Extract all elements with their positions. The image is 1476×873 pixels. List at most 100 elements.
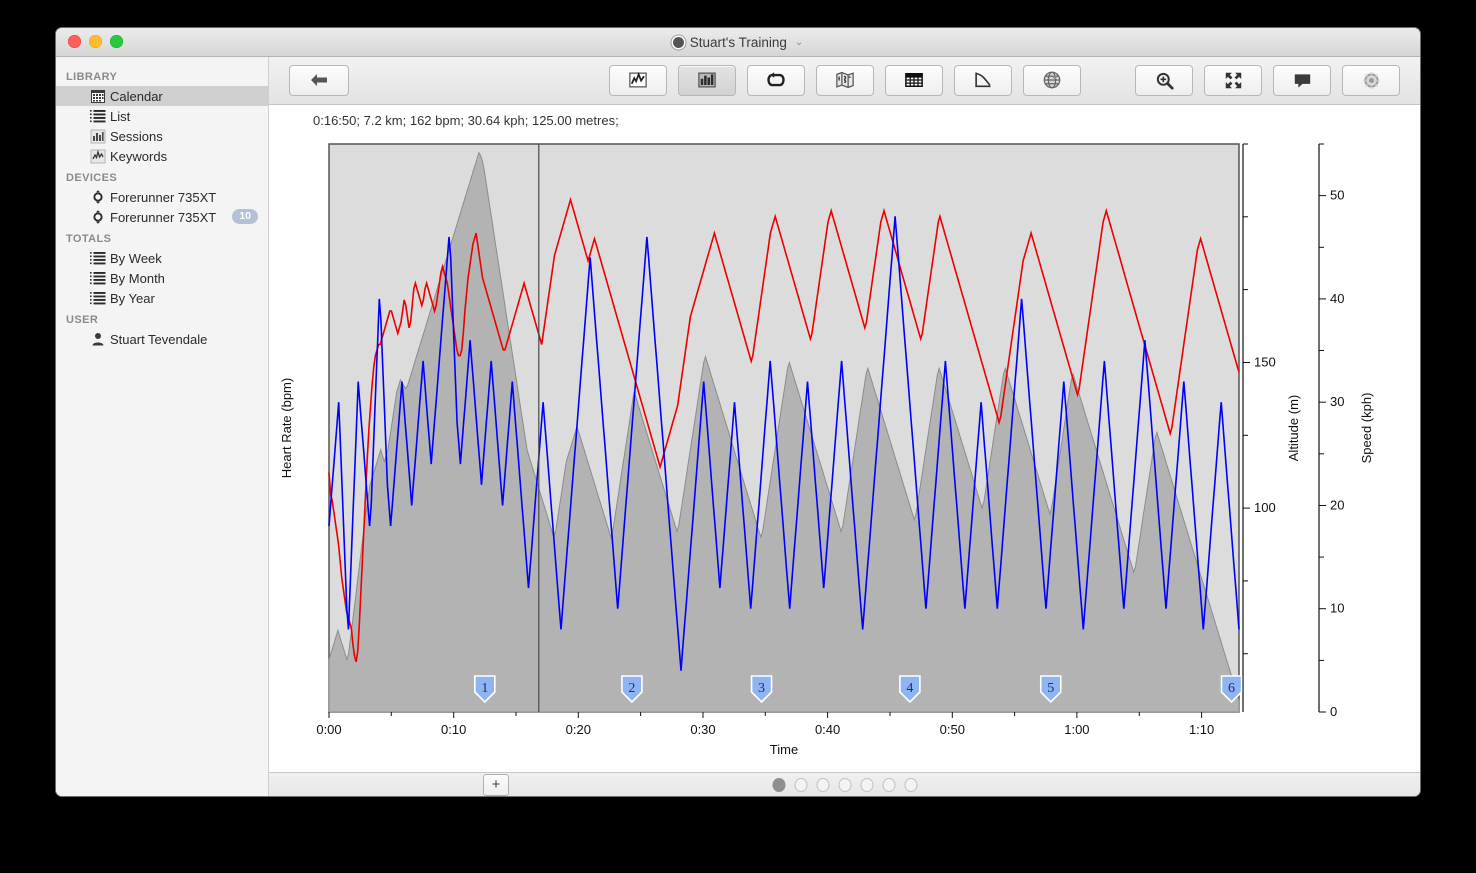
map-view-button[interactable] <box>815 64 874 96</box>
list-icon <box>90 250 106 266</box>
speed-tick-label: 30 <box>1330 394 1344 409</box>
list-icon <box>90 272 106 285</box>
list-icon <box>90 290 106 306</box>
time-tick-label: 0:30 <box>690 722 715 737</box>
laps-view-button[interactable] <box>746 64 805 96</box>
lap-marker-label: 3 <box>758 681 765 696</box>
speed-axis: 0 10 20 30 40 50 Speed (kph) <box>1318 143 1374 719</box>
lap-marker-label: 6 <box>1228 681 1235 696</box>
sidebar-item-stuart-tevendale[interactable]: Stuart Tevendale <box>56 329 268 349</box>
sidebar-item-forerunner-735xt[interactable]: Forerunner 735XT <box>56 187 268 207</box>
speed-tick-label: 40 <box>1330 291 1344 306</box>
sidebar-item-calendar[interactable]: Calendar <box>56 86 268 106</box>
time-tick-label: 0:50 <box>940 722 965 737</box>
add-page-button[interactable]: + <box>483 773 509 796</box>
sidebar-item-by-week[interactable]: By Week <box>56 248 268 268</box>
time-tick-label: 0:00 <box>316 722 341 737</box>
page-dot-4[interactable] <box>838 777 851 792</box>
curve-icon <box>974 72 991 88</box>
line-chart-icon <box>628 72 647 88</box>
speed-tick-label: 50 <box>1330 187 1344 202</box>
chart-area[interactable]: Heart Rate (bpm) 100 150 Altitude (m) 0 10 20 3… <box>269 132 1420 772</box>
page-dot-2[interactable] <box>794 777 807 792</box>
comment-icon <box>1294 74 1310 88</box>
speed-tick-label: 0 <box>1330 704 1337 719</box>
speed-tick-label: 20 <box>1330 497 1344 512</box>
keywords-chart-icon <box>90 148 106 164</box>
table-view-button[interactable] <box>884 64 943 96</box>
list-icon <box>90 110 106 123</box>
bars-view-button[interactable] <box>677 64 736 96</box>
chevron-down-icon[interactable]: ⌄ <box>795 37 803 48</box>
distribution-view-button[interactable] <box>953 64 1012 96</box>
toolbar-right-group <box>1135 64 1400 96</box>
sidebar-item-label: Stuart Tevendale <box>110 331 208 347</box>
window-title: Stuart's Training <box>689 34 787 50</box>
sidebar-item-forerunner-735xt[interactable]: Forerunner 735XT 10 <box>56 207 268 227</box>
page-dot-3[interactable] <box>816 777 829 792</box>
window-title-group[interactable]: Stuart's Training ⌄ <box>56 28 1420 56</box>
page-dot-7[interactable] <box>904 777 917 792</box>
sidebar-section-header-library: LIBRARY <box>66 71 118 83</box>
list-icon <box>90 108 106 124</box>
time-tick-label: 1:00 <box>1064 722 1089 737</box>
user-icon <box>90 331 106 347</box>
lap-marker-label: 5 <box>1047 681 1054 696</box>
bar-chart-icon <box>697 72 716 88</box>
calendar-icon <box>91 90 105 103</box>
sidebar-item-sessions[interactable]: Sessions <box>56 126 268 146</box>
sidebar-item-label: Calendar <box>110 88 163 104</box>
fullscreen-button[interactable] <box>1204 64 1262 96</box>
fullscreen-icon <box>1225 72 1241 89</box>
keywords-chart-icon <box>90 149 106 164</box>
calendar-icon <box>90 88 106 104</box>
altitude-tick-label: 100 <box>1254 500 1276 515</box>
time-axis-title: Time <box>770 742 798 757</box>
globe-view-button[interactable] <box>1022 64 1081 96</box>
time-tick-label: 0:40 <box>815 722 840 737</box>
sidebar-item-label: Forerunner 735XT <box>110 209 217 225</box>
window-body: LIBRARY Calendar List Sessions Keywords D… <box>56 57 1420 796</box>
hr-axis-title: Heart Rate (bpm) <box>279 378 294 478</box>
sessions-bars-icon <box>90 129 106 144</box>
bottom-bar: + <box>269 771 1420 796</box>
toolbar <box>269 57 1420 105</box>
lap-marker-label: 1 <box>481 681 488 696</box>
sidebar-item-by-year[interactable]: By Year <box>56 288 268 308</box>
sidebar-item-list[interactable]: List <box>56 106 268 126</box>
sidebar-item-label: Forerunner 735XT <box>110 189 217 205</box>
main-panel: 0:16:50; 7.2 km; 162 bpm; 30.64 kph; 125… <box>269 57 1420 796</box>
sidebar-item-keywords[interactable]: Keywords <box>56 146 268 166</box>
chart-view-button[interactable] <box>608 64 667 96</box>
sidebar-section-header-user: USER <box>66 314 99 326</box>
speed-tick-label: 10 <box>1330 600 1344 615</box>
page-dot-6[interactable] <box>882 777 895 792</box>
loop-icon <box>766 72 785 87</box>
page-dot-5[interactable] <box>860 777 873 792</box>
time-axis: 0:00 0:10 0:20 0:30 0:40 0:50 1:00 1:10 Time <box>316 711 1214 757</box>
app-window: Stuart's Training ⌄ LIBRARY Calendar Lis… <box>56 28 1420 796</box>
zoom-in-icon <box>1156 72 1174 90</box>
time-tick-label: 0:20 <box>566 722 591 737</box>
speed-axis-title: Speed (kph) <box>1359 392 1374 463</box>
watch-icon <box>90 189 106 205</box>
watch-icon <box>90 209 106 225</box>
settings-button[interactable] <box>1342 64 1400 96</box>
table-icon <box>904 73 923 88</box>
page-dot-1[interactable] <box>772 777 785 792</box>
map-icon <box>835 72 854 89</box>
back-button[interactable] <box>289 64 349 96</box>
watch-icon <box>93 210 103 224</box>
sidebar-item-by-month[interactable]: By Month <box>56 268 268 288</box>
globe-icon <box>1043 71 1060 89</box>
zoom-button[interactable] <box>1135 64 1193 96</box>
sidebar-item-label: By Year <box>110 290 155 306</box>
heart-rate-axis: Heart Rate (bpm) <box>279 378 294 478</box>
training-chart[interactable]: Heart Rate (bpm)100150Altitude (m)010203… <box>269 132 1419 772</box>
sidebar-section-header-totals: TOTALS <box>66 233 112 245</box>
chart-readout: 0:16:50; 7.2 km; 162 bpm; 30.64 kph; 125… <box>313 112 619 128</box>
notes-button[interactable] <box>1273 64 1331 96</box>
sidebar-item-badge: 10 <box>232 209 258 224</box>
time-tick-label: 0:10 <box>441 722 466 737</box>
window-titlebar: Stuart's Training ⌄ <box>56 28 1420 57</box>
